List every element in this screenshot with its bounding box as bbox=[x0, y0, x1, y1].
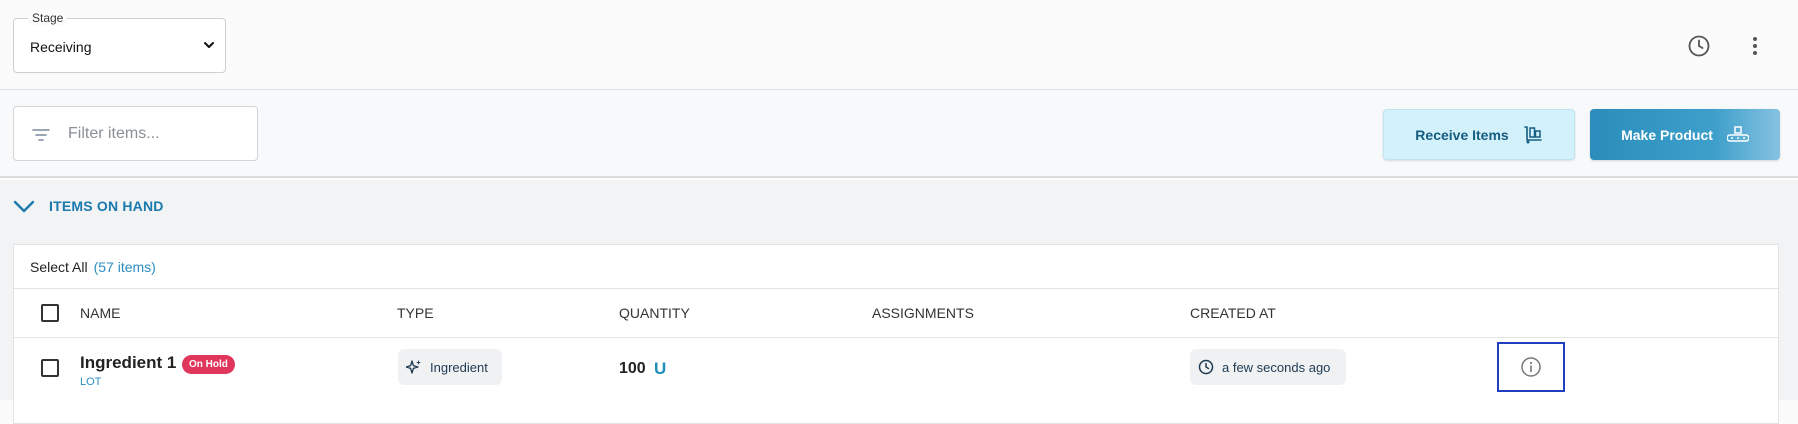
chevron-down-icon[interactable] bbox=[203, 38, 215, 52]
stage-select[interactable]: Stage Receiving bbox=[13, 11, 226, 73]
type-chip: Ingredient bbox=[398, 349, 502, 385]
select-all-row: Select All (57 items) bbox=[14, 245, 1778, 289]
top-bar: Stage Receiving bbox=[0, 0, 1798, 90]
column-header-assignments[interactable]: ASSIGNMENTS bbox=[872, 305, 974, 321]
conveyor-icon bbox=[1726, 125, 1749, 142]
items-content: ITEMS ON HAND Select All (57 items) NAME… bbox=[0, 180, 1798, 424]
column-header-name[interactable]: NAME bbox=[80, 305, 120, 321]
more-vertical-icon[interactable] bbox=[1742, 33, 1768, 59]
status-badge: On Hold bbox=[182, 355, 235, 374]
stage-label: Stage bbox=[28, 11, 68, 25]
select-all-link[interactable]: Select All bbox=[30, 259, 88, 275]
make-product-label: Make Product bbox=[1621, 126, 1713, 143]
dolly-icon bbox=[1523, 125, 1542, 143]
created-at-chip: a few seconds ago bbox=[1190, 349, 1347, 385]
stage-value[interactable]: Receiving bbox=[30, 39, 91, 55]
quantity-value: 100 bbox=[619, 360, 646, 377]
column-header-quantity[interactable]: QUANTITY bbox=[619, 305, 690, 321]
filter-icon bbox=[32, 129, 50, 141]
chevron-down-icon[interactable] bbox=[13, 199, 35, 213]
info-button[interactable] bbox=[1497, 342, 1565, 392]
select-all-checkbox[interactable] bbox=[41, 304, 59, 322]
make-product-button[interactable]: Make Product bbox=[1590, 109, 1780, 160]
table-header: NAME TYPE QUANTITY ASSIGNMENTS CREATED A… bbox=[14, 289, 1778, 338]
receive-items-label: Receive Items bbox=[1415, 126, 1509, 143]
filter-field[interactable] bbox=[13, 106, 258, 161]
type-label: Ingredient bbox=[430, 359, 488, 375]
table-row[interactable]: Ingredient 1 On Hold LOT Ingredient 100 … bbox=[14, 338, 1778, 398]
row-checkbox[interactable] bbox=[41, 359, 59, 377]
column-header-created-at[interactable]: CREATED AT bbox=[1190, 305, 1276, 321]
quantity-unit: U bbox=[654, 359, 667, 378]
action-bar: Receive Items Make Product bbox=[0, 90, 1798, 178]
receive-items-button[interactable]: Receive Items bbox=[1383, 109, 1575, 160]
column-header-type[interactable]: TYPE bbox=[397, 305, 434, 321]
info-icon[interactable] bbox=[1520, 356, 1542, 378]
section-title: ITEMS ON HAND bbox=[49, 198, 164, 214]
clock-icon bbox=[1198, 359, 1214, 375]
item-count: (57 items) bbox=[93, 258, 156, 275]
item-subtype: LOT bbox=[80, 376, 102, 388]
items-on-hand-toggle[interactable]: ITEMS ON HAND bbox=[13, 198, 164, 214]
filter-input[interactable] bbox=[68, 121, 248, 147]
sparkles-icon bbox=[406, 360, 421, 374]
history-clock-icon[interactable] bbox=[1686, 33, 1712, 59]
item-name[interactable]: Ingredient 1 bbox=[80, 353, 176, 373]
created-at-label: a few seconds ago bbox=[1222, 359, 1331, 375]
items-table: Select All (57 items) NAME TYPE QUANTITY… bbox=[13, 244, 1779, 424]
